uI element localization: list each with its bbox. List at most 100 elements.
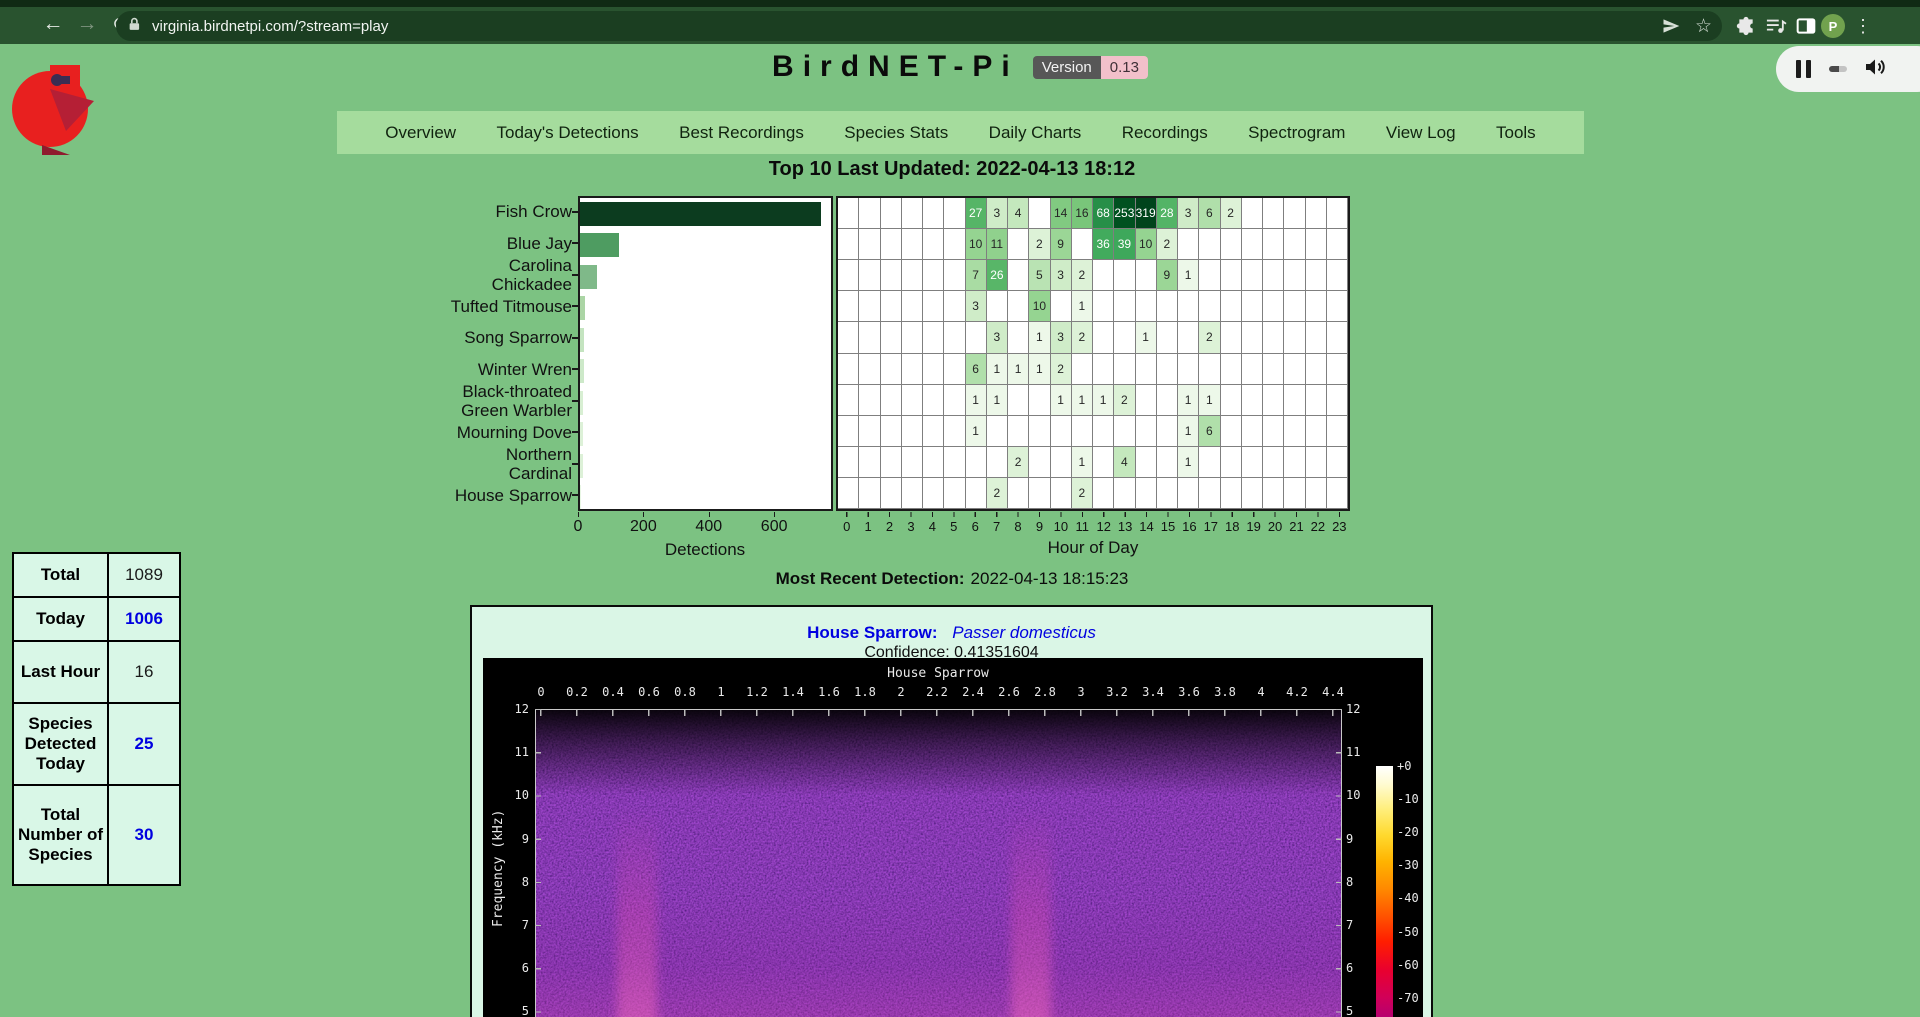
- heatmap-cell: 10: [1136, 229, 1157, 260]
- heatmap-cell: 1: [987, 354, 1008, 385]
- heatmap-cell: [1242, 198, 1263, 229]
- colorbar-tick: -20: [1397, 825, 1419, 839]
- heatmap-cell: [838, 198, 859, 229]
- heatmap-cell: [881, 416, 902, 447]
- heatmap-cell: 26: [987, 260, 1008, 291]
- detections-bar: [580, 296, 585, 320]
- heatmap-cell: [1093, 291, 1114, 322]
- back-icon[interactable]: ←: [38, 9, 68, 39]
- heatmap-cell: [1157, 447, 1178, 478]
- forward-icon[interactable]: →: [72, 9, 102, 39]
- detections-bar: [580, 233, 619, 257]
- spec-xtick: 4: [1257, 685, 1264, 699]
- heatmap-cell: [1327, 291, 1348, 322]
- stats-value[interactable]: 1006: [108, 597, 180, 641]
- hour-axis-tick: 7: [993, 519, 1000, 534]
- heatmap-cell: [838, 322, 859, 353]
- heatmap-cell: 3: [966, 291, 987, 322]
- detections-bar: [580, 202, 821, 226]
- playlist-icon[interactable]: [1763, 13, 1789, 39]
- heatmap-cell: [838, 478, 859, 509]
- heatmap-cell: [944, 291, 965, 322]
- volume-icon[interactable]: [1863, 55, 1887, 84]
- recent-detection-label: Most Recent Detection:: [776, 569, 965, 588]
- heatmap-cell: [1157, 416, 1178, 447]
- spec-ytick-left: 11: [499, 745, 529, 759]
- heatmap-cell: [944, 198, 965, 229]
- profile-avatar[interactable]: P: [1820, 13, 1846, 39]
- heatmap-cell: [1114, 478, 1135, 509]
- heatmap-cell: 1: [1199, 385, 1220, 416]
- side-panel-icon[interactable]: [1793, 13, 1819, 39]
- stats-value: 16: [108, 641, 180, 703]
- heatmap-cell: [1072, 416, 1093, 447]
- stats-value[interactable]: 30: [108, 785, 180, 885]
- heatmap-cell: [1242, 291, 1263, 322]
- spec-ytick-left: 12: [499, 702, 529, 716]
- species-label: Mourning Dove: [457, 417, 572, 449]
- heatmap-cell: [1157, 322, 1178, 353]
- hour-axis-tick: 12: [1096, 519, 1110, 534]
- species-tick: [572, 494, 578, 496]
- nav-item-daily-charts[interactable]: Daily Charts: [989, 123, 1082, 143]
- species-label: Black-throatedGreen Warbler: [461, 385, 572, 417]
- nav-item-recordings[interactable]: Recordings: [1122, 123, 1208, 143]
- heatmap-cell: [1306, 354, 1327, 385]
- spec-xtick: 0: [537, 685, 544, 699]
- spec-ytick-left: 10: [499, 788, 529, 802]
- spec-ytick-right: 8: [1346, 875, 1376, 889]
- version-label: Version: [1033, 56, 1101, 79]
- pause-icon[interactable]: [1796, 60, 1811, 78]
- nav-item-species-stats[interactable]: Species Stats: [844, 123, 948, 143]
- detections-bar: [580, 265, 597, 289]
- heatmap-cell: [1029, 447, 1050, 478]
- heatmap-cell: 2: [1051, 354, 1072, 385]
- extensions-puzzle-icon[interactable]: [1733, 13, 1759, 39]
- stats-row: Total Number of Species30: [13, 785, 180, 885]
- heatmap-cell: [902, 354, 923, 385]
- nav-item-overview[interactable]: Overview: [385, 123, 456, 143]
- chrome-menu-icon[interactable]: ⋮: [1850, 13, 1876, 39]
- heatmap-cell: [1221, 291, 1242, 322]
- heatmap-cell: [1306, 291, 1327, 322]
- hour-axis-tick: 14: [1139, 519, 1153, 534]
- share-icon[interactable]: [1661, 16, 1681, 36]
- bookmark-star-icon[interactable]: ☆: [1695, 15, 1712, 38]
- audio-player[interactable]: [1776, 46, 1920, 92]
- heatmap-cell: [1178, 478, 1199, 509]
- spectrogram-left-ticks: [535, 709, 541, 1017]
- heatmap-cell: [1051, 478, 1072, 509]
- heatmap-cell: [1242, 260, 1263, 291]
- heatmap-cell: 68: [1093, 198, 1114, 229]
- heatmap-cell: [1242, 385, 1263, 416]
- species-tick: [572, 337, 578, 339]
- heatmap-cell: [1136, 447, 1157, 478]
- heatmap-cell: 253: [1114, 198, 1135, 229]
- heatmap-cell: [1327, 354, 1348, 385]
- stats-value[interactable]: 25: [108, 703, 180, 785]
- address-bar[interactable]: virginia.birdnetpi.com/?stream=play ☆: [116, 11, 1722, 41]
- heatmap-cell: 6: [1199, 416, 1220, 447]
- heatmap-cell: [1136, 416, 1157, 447]
- heatmap-cell: [881, 322, 902, 353]
- spectrogram-title: House Sparrow: [887, 666, 989, 681]
- heatmap-cell: 6: [966, 354, 987, 385]
- heatmap-cell: [1221, 478, 1242, 509]
- heatmap-cell: [881, 385, 902, 416]
- nav-item-best-recordings[interactable]: Best Recordings: [679, 123, 804, 143]
- detection-species-link[interactable]: House Sparrow:: [807, 623, 937, 642]
- stats-label: Species Detected Today: [13, 703, 108, 785]
- spec-xtick: 0.6: [638, 685, 660, 699]
- spec-ytick-left: 8: [499, 875, 529, 889]
- heatmap-cell: [1306, 385, 1327, 416]
- nav-item-tools[interactable]: Tools: [1496, 123, 1536, 143]
- seek-bar[interactable]: [1829, 66, 1847, 72]
- nav-item-today-s-detections[interactable]: Today's Detections: [497, 123, 639, 143]
- nav-item-view-log[interactable]: View Log: [1386, 123, 1456, 143]
- nav-item-spectrogram[interactable]: Spectrogram: [1248, 123, 1345, 143]
- spectrogram-right-ticks: [1336, 709, 1342, 1017]
- detection-panel: House Sparrow: Passer domesticus Confide…: [470, 605, 1433, 1017]
- spectrogram-top-ticks: [535, 710, 1342, 716]
- spec-xtick: 1: [717, 685, 724, 699]
- heatmap-cell: 3: [987, 198, 1008, 229]
